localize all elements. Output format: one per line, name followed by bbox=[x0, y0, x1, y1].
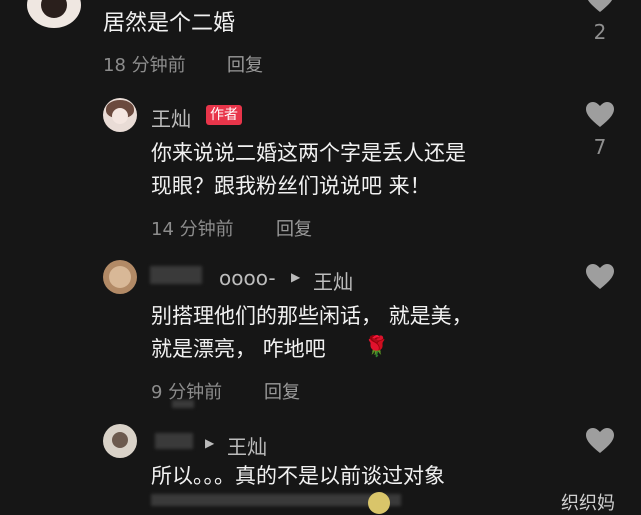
author-badge: 作者 bbox=[206, 105, 242, 125]
reply-arrow-icon: ▶ bbox=[291, 270, 301, 284]
like-count: 2 bbox=[593, 20, 607, 44]
like-count: 7 bbox=[593, 135, 607, 159]
reply-to-name[interactable]: 王灿 bbox=[313, 266, 353, 295]
blurred-username bbox=[155, 433, 193, 449]
blurred-username bbox=[150, 266, 202, 284]
comment-text-line: 别搭理他们的那些闲话， 就是美， bbox=[151, 304, 473, 328]
avatar[interactable] bbox=[27, 0, 81, 28]
blurred-text bbox=[151, 494, 401, 506]
heart-outline-icon[interactable] bbox=[584, 263, 616, 291]
reply-button[interactable]: 回复 bbox=[264, 378, 300, 404]
avatar[interactable] bbox=[103, 98, 137, 132]
comment-text-line: 所以。。。真的不是以前谈过对象 bbox=[151, 464, 445, 488]
reply-button[interactable]: 回复 bbox=[227, 51, 263, 77]
heart-outline-icon[interactable] bbox=[584, 427, 616, 455]
emoji bbox=[368, 492, 390, 514]
blurred-mark bbox=[172, 400, 194, 408]
reply-to-name[interactable]: 王灿 bbox=[227, 431, 267, 460]
avatar[interactable] bbox=[103, 260, 137, 294]
comment-author[interactable]: oooo- bbox=[219, 266, 276, 290]
comment-time: 14 分钟前 bbox=[151, 219, 234, 240]
heart-outline-icon[interactable] bbox=[584, 0, 616, 14]
reply-arrow-icon: ▶ bbox=[205, 436, 215, 450]
comment-text-line: 现眼？跟我粉丝们说说吧 来！ bbox=[151, 174, 431, 198]
reply-button[interactable]: 回复 bbox=[276, 215, 312, 241]
comment-time: 18 分钟前 bbox=[103, 55, 186, 76]
heart-outline-icon[interactable] bbox=[584, 101, 616, 129]
partial-text: 织织妈 bbox=[561, 493, 615, 514]
comment-author[interactable]: 王灿 bbox=[151, 103, 191, 132]
avatar[interactable] bbox=[103, 424, 137, 458]
comment-text-line: 就是漂亮， 咋地吧 bbox=[151, 337, 326, 361]
rose-emoji: 🌹 bbox=[364, 334, 389, 358]
comment-text: 居然是个二婚 bbox=[103, 11, 236, 36]
comment-text-line: 你来说说二婚这两个字是丢人还是 bbox=[151, 141, 466, 165]
